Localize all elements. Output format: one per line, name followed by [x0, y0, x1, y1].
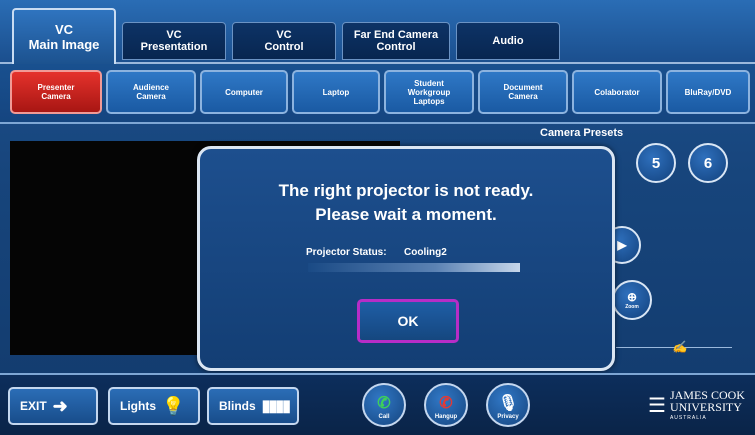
bottom-bar: EXIT ➜ Lights 💡 Blinds ▮▮▮▮ ✆ Call ✆ Han…: [0, 373, 755, 435]
camera-presets-title: Camera Presets: [540, 127, 624, 139]
jcu-logo: ☰ JAMES COOK UNIVERSITY AUSTRALIA: [648, 389, 745, 421]
projector-status-value: Cooling2: [404, 247, 447, 258]
hangup-label: Hangup: [434, 414, 458, 420]
source-computer[interactable]: Computer: [200, 70, 288, 114]
lights-label: Lights: [120, 399, 156, 413]
exit-door-icon: ➜: [52, 395, 68, 416]
exit-label: EXIT: [20, 399, 47, 413]
source-presenter-camera[interactable]: Presenter Camera: [10, 70, 102, 114]
call-button[interactable]: ✆ Call: [362, 383, 406, 427]
source-student-workgroup-laptops[interactable]: Student Workgroup Laptops: [384, 70, 474, 114]
magnifier-icon: ⊕: [626, 290, 638, 304]
tab-vc-presentation[interactable]: VC Presentation: [122, 22, 226, 60]
blinds-button[interactable]: Blinds ▮▮▮▮: [207, 387, 299, 425]
tab-audio[interactable]: Audio: [456, 22, 560, 60]
hangup-button[interactable]: ✆ Hangup: [424, 383, 468, 427]
dialog-message-line2: Please wait a moment.: [315, 205, 497, 224]
source-bar: Presenter Camera Audience Camera Compute…: [0, 64, 755, 124]
tab-vc-control[interactable]: VC Control: [232, 22, 336, 60]
source-bluray-dvd[interactable]: BluRay/DVD: [666, 70, 750, 114]
zoom-button[interactable]: ⊕ Zoom: [612, 280, 652, 320]
logo-line3: AUSTRALIA: [669, 415, 707, 421]
privacy-label: Privacy: [497, 414, 519, 420]
source-audience-camera[interactable]: Audience Camera: [106, 70, 196, 114]
lights-button[interactable]: Lights 💡: [108, 387, 200, 425]
source-laptop[interactable]: Laptop: [292, 70, 380, 114]
preset-6-button[interactable]: 6: [688, 143, 728, 183]
zoom-label: Zoom: [625, 304, 639, 310]
lightbulb-icon: 💡: [162, 395, 185, 416]
source-document-camera[interactable]: Document Camera: [478, 70, 568, 114]
source-colaborator[interactable]: Colaborator: [572, 70, 662, 114]
preset-5-button[interactable]: 5: [636, 143, 676, 183]
privacy-button[interactable]: 🎙 Privacy: [486, 383, 530, 427]
call-label: Call: [378, 414, 390, 420]
projector-status-label: Projector Status:: [306, 247, 387, 258]
logo-line2: UNIVERSITY: [669, 400, 742, 414]
touch-panel: VC Main Image VC Presentation VC Control…: [0, 0, 755, 435]
dialog-message-line1: The right projector is not ready.: [278, 181, 534, 200]
tab-vc-main-image[interactable]: VC Main Image: [12, 8, 116, 64]
blinds-icon: ▮▮▮▮: [261, 398, 291, 415]
projector-status-progress: [308, 263, 520, 272]
exit-button[interactable]: EXIT ➜: [8, 387, 98, 425]
play-icon: ▶: [617, 238, 627, 252]
tab-far-end-camera-control[interactable]: Far End Camera Control: [342, 22, 450, 60]
signature-icon: ✍: [672, 340, 687, 354]
phone-icon: ✆: [377, 395, 391, 412]
hangup-icon: ✆: [439, 395, 453, 412]
jcu-crest-icon: ☰: [648, 394, 666, 417]
microphone-icon: 🎙: [497, 395, 519, 412]
ok-button[interactable]: OK: [357, 299, 459, 343]
projector-not-ready-dialog: The right projector is not ready. Please…: [197, 146, 615, 371]
blinds-label: Blinds: [219, 399, 256, 413]
tab-bar: VC Main Image VC Presentation VC Control…: [0, 0, 755, 64]
